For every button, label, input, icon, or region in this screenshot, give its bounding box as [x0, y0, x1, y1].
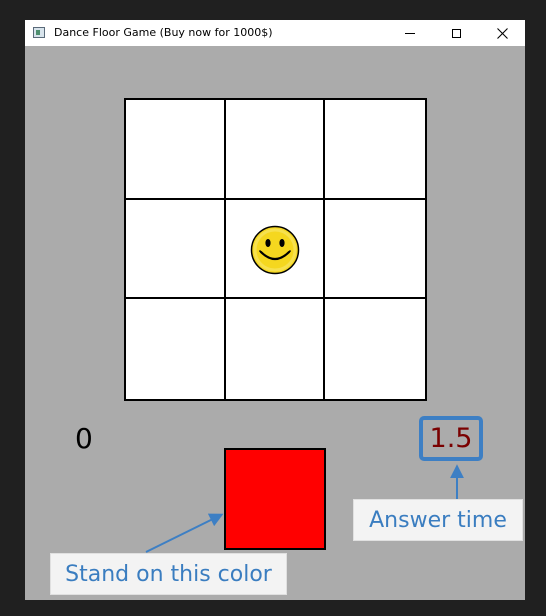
arrow-to-color — [145, 513, 224, 553]
answer-time-callout: Answer time — [353, 499, 523, 541]
stand-on-color-callout: Stand on this color — [50, 553, 287, 595]
game-window: Dance Floor Game (Buy now for 1000$) 0 1… — [25, 20, 525, 600]
